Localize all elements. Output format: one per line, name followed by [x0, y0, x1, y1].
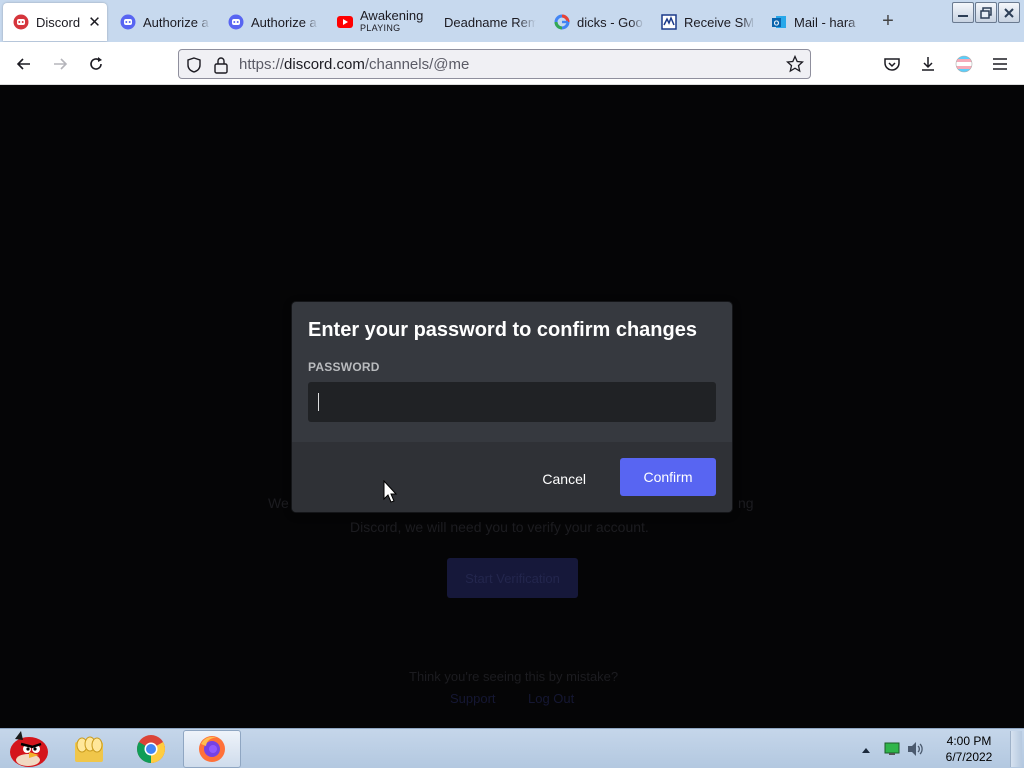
password-input[interactable] — [308, 382, 716, 422]
restore-button[interactable] — [975, 2, 997, 23]
pocket-icon — [884, 58, 900, 71]
google-icon — [554, 14, 570, 30]
new-tab-button[interactable]: + — [878, 10, 898, 32]
close-window-button[interactable] — [998, 2, 1020, 23]
svg-text:O: O — [774, 21, 780, 28]
firefox-taskbar-button[interactable] — [183, 730, 241, 768]
window-controls — [952, 2, 1020, 23]
menu-button[interactable] — [986, 50, 1014, 78]
tab-title: Deadname Rem — [444, 14, 536, 30]
taskbar: 4:00 PM 6/7/2022 — [0, 728, 1024, 768]
network-tray-button[interactable] — [884, 742, 900, 761]
background-text-fragment: We — [268, 495, 289, 511]
background-verify-text: Discord, we will need you to verify your… — [350, 519, 649, 535]
password-label: PASSWORD — [308, 360, 380, 374]
clock-time: 4:00 PM — [946, 734, 992, 748]
url-bar[interactable]: https://discord.com/channels/@me — [178, 49, 811, 79]
tab-receive-sms[interactable]: Receive SM — [651, 3, 755, 41]
discord-red-icon — [13, 14, 29, 30]
text-caret — [318, 393, 319, 411]
sms-icon — [661, 14, 677, 30]
url-host: discord.com — [284, 56, 365, 73]
tab-title: dicks - Goo — [577, 14, 643, 30]
back-arrow-icon — [16, 58, 30, 70]
tab-title: Authorize a — [251, 14, 317, 30]
system-clock[interactable]: 4:00 PM 6/7/2022 — [934, 733, 1004, 765]
discord-icon — [120, 14, 136, 30]
youtube-icon — [337, 14, 353, 30]
back-button[interactable] — [10, 50, 38, 78]
speaker-icon — [908, 742, 923, 756]
show-desktop-button[interactable] — [1010, 731, 1022, 767]
confirm-password-modal: Enter your password to confirm changes P… — [292, 302, 732, 512]
firefox-icon — [199, 736, 225, 762]
modal-footer: Cancel Confirm — [292, 442, 732, 512]
tab-authorize-2[interactable]: Authorize a — [218, 3, 318, 41]
url-path: /channels/@me — [364, 56, 470, 73]
account-button[interactable] — [950, 50, 978, 78]
close-icon — [1004, 7, 1014, 18]
playing-label: PLAYING — [360, 23, 401, 33]
restore-icon — [980, 6, 992, 19]
volume-tray-button[interactable] — [906, 741, 924, 762]
tab-title: Receive SM — [684, 14, 755, 30]
tab-discord[interactable]: Discord ✕ — [3, 3, 107, 41]
logout-link: Log Out — [528, 691, 575, 706]
pocket-button[interactable] — [878, 50, 906, 78]
background-text-fragment: ng — [738, 495, 754, 511]
support-link: Support — [450, 691, 496, 706]
bookmark-star-icon[interactable] — [785, 54, 805, 78]
chrome-taskbar-button[interactable] — [122, 730, 180, 768]
tab-strip: Discord ✕ Authorize a Authorize a Awaken… — [0, 0, 1024, 42]
screen: Discord ✕ Authorize a Authorize a Awaken… — [0, 0, 1024, 768]
lock-icon[interactable] — [213, 56, 229, 79]
forward-arrow-icon — [54, 58, 68, 70]
tab-title: Authorize a — [143, 14, 209, 30]
discord-icon — [228, 14, 244, 30]
forward-button[interactable] — [46, 50, 74, 78]
download-icon — [922, 57, 934, 71]
url-scheme: https:// — [239, 56, 285, 73]
tab-authorize-1[interactable]: Authorize a — [110, 3, 210, 41]
tab-deadname[interactable]: Deadname Rem — [434, 3, 536, 41]
outlook-icon: O — [771, 14, 787, 30]
tab-google[interactable]: dicks - Goo — [544, 3, 644, 41]
background-mistake-text: Think you're seeing this by mistake? — [409, 669, 619, 684]
reload-button[interactable] — [82, 50, 110, 78]
clock-date: 6/7/2022 — [945, 750, 993, 764]
modal-title: Enter your password to confirm changes — [308, 319, 697, 341]
file-explorer-taskbar-button[interactable] — [60, 730, 118, 768]
start-verification-button: Start Verification — [447, 558, 578, 598]
downloads-button[interactable] — [914, 50, 942, 78]
chevron-up-icon — [862, 748, 870, 753]
tab-title: Awakening — [360, 8, 424, 23]
tab-title: Mail - hara — [794, 14, 856, 30]
show-hidden-icons-button[interactable] — [861, 743, 871, 761]
cancel-button[interactable]: Cancel — [536, 460, 592, 498]
minimize-button[interactable] — [952, 2, 974, 23]
tracking-protection-icon[interactable] — [185, 56, 203, 79]
reload-icon — [90, 57, 102, 70]
url-text: https://discord.com/channels/@me — [239, 56, 469, 73]
start-button[interactable] — [0, 730, 56, 768]
chrome-icon — [137, 735, 165, 763]
angry-bird-start-icon — [10, 731, 48, 767]
close-tab-icon[interactable]: ✕ — [88, 13, 101, 31]
navigation-toolbar: https://discord.com/channels/@me — [0, 42, 1024, 85]
tab-youtube[interactable]: Awakening PLAYING — [327, 3, 427, 41]
hamburger-menu-icon — [993, 58, 1007, 70]
tab-mail[interactable]: O Mail - hara — [761, 3, 861, 41]
minimize-icon — [958, 14, 968, 17]
tab-title: Discord — [36, 14, 81, 30]
folder-icon — [75, 736, 103, 762]
trans-flag-avatar-icon — [955, 55, 973, 73]
mouse-pointer-icon — [383, 480, 398, 503]
confirm-button[interactable]: Confirm — [620, 458, 716, 496]
network-icon — [884, 742, 900, 755]
